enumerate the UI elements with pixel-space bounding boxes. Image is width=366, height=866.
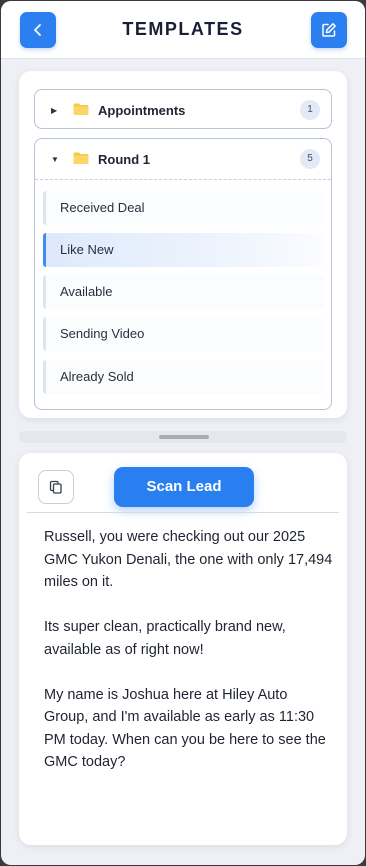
edit-icon [322,23,336,37]
template-item-already-sold[interactable]: Already Sold [43,360,324,394]
folder-divider [35,179,331,180]
folder-icon [73,103,89,115]
template-item-like-new[interactable]: Like New [43,233,324,267]
template-item-received-deal[interactable]: Received Deal [43,191,324,225]
folder-appointments: ▶ Appointments 1 [34,89,332,129]
copy-button[interactable] [38,470,74,504]
caret-right-icon: ▶ [51,105,58,115]
folder-panel: ▶ Appointments 1 ▼ Round 1 5 Received De… [19,71,347,418]
folder-header-appointments[interactable]: ▶ Appointments 1 [35,90,331,130]
template-item-sending-video[interactable]: Sending Video [43,317,324,351]
scan-lead-button[interactable]: Scan Lead [114,467,254,507]
copy-icon [49,480,62,494]
count-badge: 5 [300,149,320,169]
folder-header-round-1[interactable]: ▼ Round 1 5 [35,139,331,179]
message-divider [27,512,339,513]
folder-name: Appointments [98,102,186,118]
resize-handle[interactable] [159,435,209,439]
app-window: TEMPLATES ▶ Appointments 1 ▼ Round 1 5 R… [1,1,365,865]
count-badge: 1 [300,100,320,120]
folder-icon [73,152,89,164]
message-text[interactable]: Russell, you were checking out our 2025 … [44,526,334,774]
folder-round-1: ▼ Round 1 5 Received Deal Like New Avail… [34,138,332,410]
caret-down-icon: ▼ [51,154,59,164]
message-panel: Scan Lead Russell, you were checking out… [19,453,347,845]
edit-button[interactable] [311,12,347,48]
folder-name: Round 1 [98,151,150,167]
header: TEMPLATES [1,1,365,59]
template-item-available[interactable]: Available [43,275,324,309]
